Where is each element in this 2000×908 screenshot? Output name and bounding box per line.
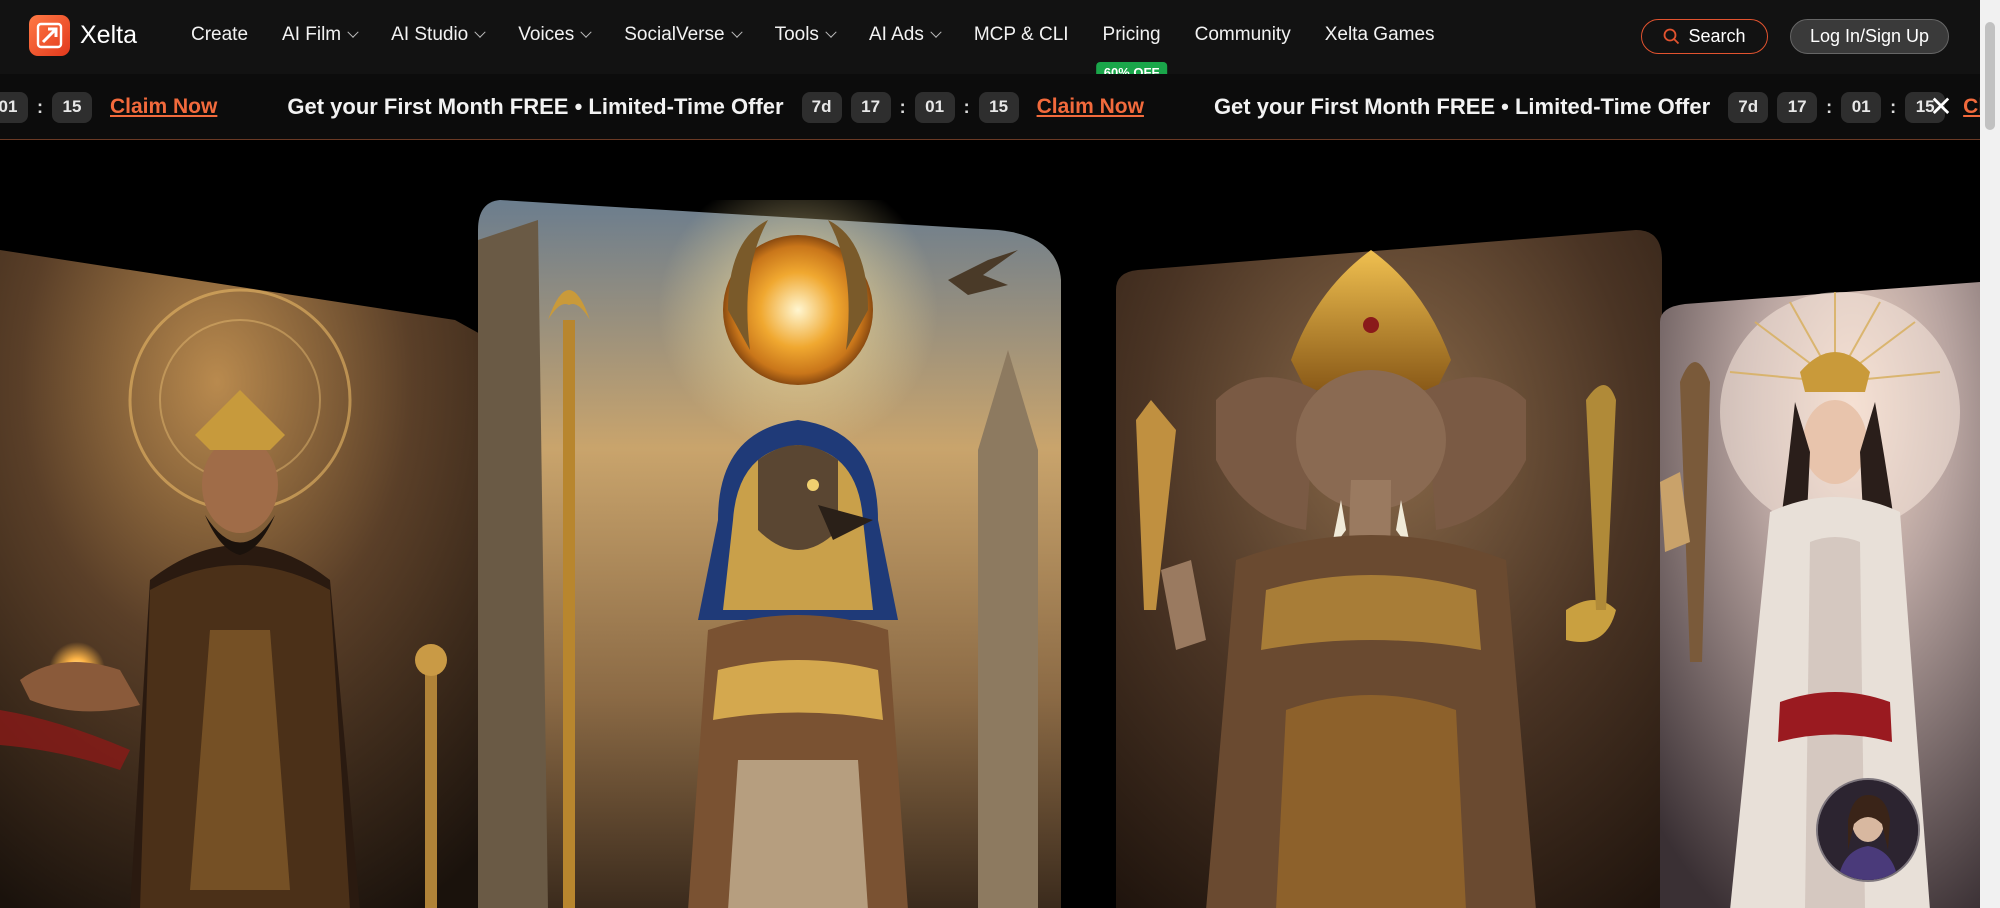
nav-item-mcp-cli[interactable]: MCP & CLI	[974, 24, 1069, 46]
nav-item-community[interactable]: Community	[1195, 24, 1291, 46]
nav-item-label: Xelta Games	[1324, 24, 1435, 45]
timer-days: 7d	[801, 91, 842, 123]
hero-carousel	[0, 140, 1980, 908]
close-icon[interactable]: ✕	[1926, 93, 1956, 124]
nav-item-label: AI Studio	[391, 24, 469, 45]
scrollbar-thumb[interactable]	[1985, 22, 1995, 130]
claim-now-link[interactable]: Claim Now	[1037, 95, 1144, 119]
chevron-down-icon	[474, 26, 486, 38]
hero-card-ganesha[interactable]	[1116, 230, 1662, 908]
timer-separator: :	[1826, 96, 1833, 117]
hero-card-horus[interactable]	[478, 200, 1061, 908]
chevron-down-icon	[825, 26, 837, 38]
claim-now-link[interactable]: Claim Now	[110, 95, 217, 119]
nav-item-label: Create	[191, 24, 249, 45]
nav-item-label: AI Film	[282, 24, 342, 45]
nav-item-ai-film[interactable]: AI Film	[282, 24, 359, 46]
promo-banner: 17: 01: 15 Claim Now Get your First Mont…	[0, 74, 1980, 140]
nav-item-ai-ads[interactable]: AI Ads	[868, 24, 942, 46]
main-menu: Create AI Film AI Studio Voices SocialVe…	[191, 0, 1469, 83]
nav-item-create[interactable]: Create	[191, 24, 248, 46]
page-scrollbar[interactable]	[1980, 0, 2000, 908]
nav-item-label: MCP & CLI	[973, 24, 1069, 45]
nav-item-xelta-games[interactable]: Xelta Games	[1325, 24, 1435, 46]
nav-item-ai-studio[interactable]: AI Studio	[391, 24, 486, 46]
nav-item-label: Pricing	[1102, 24, 1161, 45]
promo-text: Get your First Month FREE • Limited-Time…	[287, 94, 784, 119]
nav-item-label: Community	[1194, 24, 1291, 45]
timer-separator: :	[37, 96, 43, 117]
search-button[interactable]: Search	[1641, 19, 1768, 54]
timer-separator: :	[1890, 96, 1897, 117]
promo-chunk: Get your First Month FREE • Limited-Time…	[1213, 91, 1980, 123]
timer-minutes: 01	[0, 91, 28, 123]
nav-item-label: Voices	[518, 24, 575, 45]
nav-item-pricing[interactable]: Pricing 60% OFF	[1095, 24, 1168, 83]
brand-logo-icon	[29, 15, 70, 56]
timer-seconds: 15	[978, 91, 1019, 123]
nav-item-label: AI Ads	[868, 24, 924, 45]
chevron-down-icon	[347, 26, 359, 38]
timer-minutes: 01	[914, 91, 955, 123]
brand-name: Xelta	[80, 21, 137, 49]
hero-card-emperor[interactable]	[0, 250, 482, 908]
claim-now-link[interactable]: Claim Now	[1963, 95, 1980, 119]
chevron-down-icon	[580, 26, 592, 38]
timer-seconds: 15	[52, 91, 92, 123]
timer-separator: :	[899, 96, 906, 117]
timer-minutes: 01	[1841, 91, 1882, 123]
timer-separator: :	[963, 96, 970, 117]
login-signup-button[interactable]: Log In/Sign Up	[1790, 19, 1949, 54]
promo-chunk: Get your First Month FREE • Limited-Time…	[287, 91, 1214, 123]
login-label: Log In/Sign Up	[1809, 26, 1930, 46]
nav-item-voices[interactable]: Voices	[518, 24, 592, 46]
promo-marquee: 17: 01: 15 Claim Now Get your First Mont…	[0, 74, 1980, 139]
promo-chunk: 17: 01: 15 Claim Now	[0, 91, 287, 123]
chevron-down-icon	[930, 26, 942, 38]
top-navigation: Xelta Create AI Film AI Studio Voices So…	[0, 0, 1980, 83]
search-label: Search	[1688, 26, 1746, 46]
search-icon	[1664, 28, 1680, 45]
promo-text: Get your First Month FREE • Limited-Time…	[1213, 94, 1711, 119]
nav-item-label: Tools	[774, 24, 819, 45]
timer-days: 7d	[1728, 91, 1769, 123]
timer-hours: 17	[1777, 91, 1818, 123]
chevron-down-icon	[730, 26, 743, 38]
nav-item-label: SocialVerse	[624, 24, 725, 45]
brand-logo[interactable]: Xelta	[29, 15, 137, 56]
nav-item-tools[interactable]: Tools	[774, 24, 837, 46]
assistant-avatar[interactable]	[1816, 778, 1920, 882]
nav-item-socialverse[interactable]: SocialVerse	[624, 24, 743, 46]
timer-hours: 17	[850, 91, 891, 123]
